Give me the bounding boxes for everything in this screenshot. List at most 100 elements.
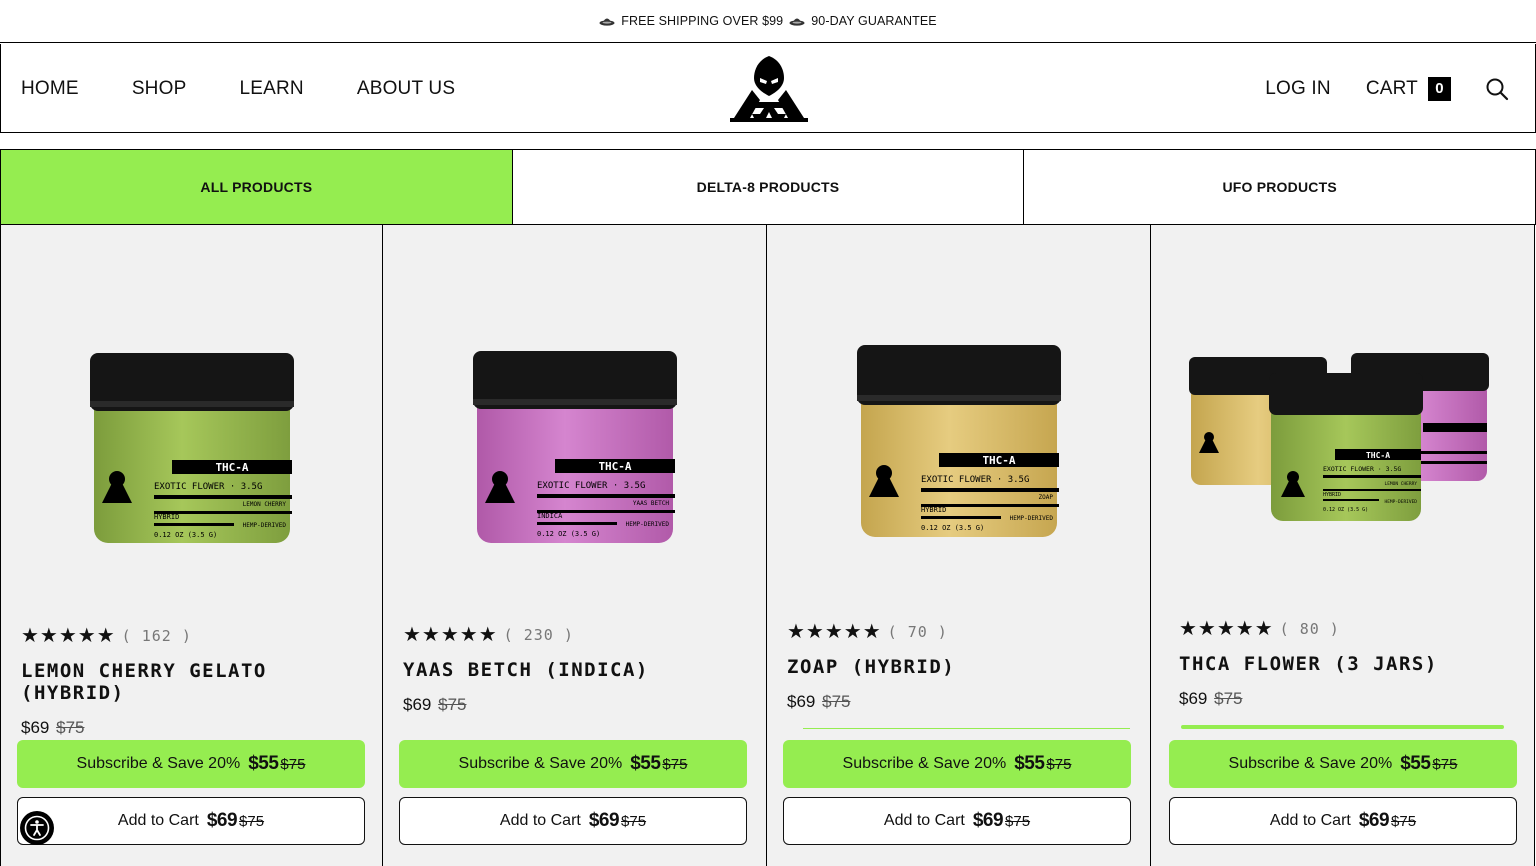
svg-text:THC-A: THC-A	[1365, 451, 1389, 460]
add-old-price: $75	[621, 812, 647, 830]
add-to-cart-label: Add to Cart	[883, 812, 965, 829]
svg-text:0.12 OZ (3.5 G): 0.12 OZ (3.5 G)	[1323, 507, 1368, 513]
tab-ufo-products[interactable]: UFO PRODUCTS	[1024, 149, 1536, 225]
original-price: $75	[56, 718, 85, 737]
jar-image: THC-A EXOTIC FLOWER · 3.5G LEMON CHERRY …	[89, 353, 294, 543]
svg-text:HEMP-DERIVED: HEMP-DERIVED	[1384, 499, 1417, 505]
nav-shop-link[interactable]: SHOP	[132, 78, 187, 100]
subscribe-price: $55	[248, 753, 279, 774]
svg-text:HYBRID: HYBRID	[154, 513, 179, 521]
subscribe-save-button[interactable]: Subscribe & Save 20% $55 $75	[17, 740, 365, 788]
accessibility-icon	[24, 815, 50, 841]
cart-count-badge: 0	[1428, 76, 1451, 101]
add-to-cart-label: Add to Cart	[499, 812, 581, 829]
product-card: THC-A EXOTIC FLOWER · 3.5G LEMON CHERRY …	[1151, 225, 1535, 866]
current-price: $69	[21, 718, 50, 737]
accessibility-button[interactable]	[20, 811, 54, 845]
rating-stars: ★★★★★	[787, 621, 882, 643]
divider	[1181, 725, 1504, 729]
add-to-cart-button[interactable]: Add to Cart $69 $75	[17, 797, 365, 845]
subscribe-price: $55	[1400, 753, 1431, 774]
svg-text:EXOTIC FLOWER · 3.5G: EXOTIC FLOWER · 3.5G	[1323, 465, 1401, 473]
nav-home-link[interactable]: HOME	[21, 78, 79, 100]
review-count[interactable]: ( 162 )	[122, 627, 192, 645]
svg-text:ZOAP: ZOAP	[1038, 494, 1053, 501]
subscribe-old-price: $75	[1432, 755, 1458, 773]
add-to-cart-button[interactable]: Add to Cart $69 $75	[399, 797, 747, 845]
svg-text:THC-A: THC-A	[598, 460, 631, 473]
current-price: $69	[403, 695, 432, 714]
product-price: $69 $75	[787, 692, 1132, 712]
product-card: THC-A EXOTIC FLOWER · 3.5G LEMON CHERRY …	[1, 225, 383, 866]
site-header: HOME SHOP LEARN ABOUT US LOG IN CART 0	[0, 44, 1536, 133]
main-nav: HOME SHOP LEARN ABOUT US	[21, 44, 455, 133]
review-count[interactable]: ( 80 )	[1280, 620, 1340, 638]
product-info: ★★★★★ ( 80 ) THCA FLOWER (3 JARS) $69 $7…	[1179, 616, 1516, 709]
svg-text:HEMP-DERIVED: HEMP-DERIVED	[625, 521, 669, 528]
product-title[interactable]: ZOAP (HYBRID)	[787, 656, 1132, 678]
rating-stars: ★★★★★	[1179, 618, 1274, 640]
product-image[interactable]: THC-A EXOTIC FLOWER · 3.5G ZOAP HYBRID H…	[767, 315, 1150, 575]
add-old-price: $75	[1391, 812, 1417, 830]
add-price: $69	[588, 810, 620, 831]
product-info: ★★★★★ ( 162 ) LEMON CHERRY GELATO (HYBRI…	[21, 623, 364, 738]
svg-text:HEMP-DERIVED: HEMP-DERIVED	[1009, 515, 1053, 522]
subscribe-save-button[interactable]: Subscribe & Save 20% $55 $75	[783, 740, 1131, 788]
product-info: ★★★★★ ( 70 ) ZOAP (HYBRID) $69 $75	[787, 619, 1132, 712]
product-rating: ★★★★★ ( 80 )	[1179, 616, 1516, 641]
brand-logo[interactable]	[730, 56, 808, 122]
svg-text:LEMON CHERRY: LEMON CHERRY	[242, 501, 286, 508]
guarantee-text: 90-DAY GUARANTEE	[811, 14, 937, 28]
rating-stars: ★★★★★	[403, 624, 498, 646]
tab-all-products[interactable]: ALL PRODUCTS	[0, 149, 513, 225]
jar-image: THC-A EXOTIC FLOWER · 3.5G YAAS BETCH IN…	[472, 351, 677, 543]
ufo-icon	[789, 18, 805, 26]
product-title[interactable]: YAAS BETCH (INDICA)	[403, 659, 748, 681]
cart-label: CART	[1365, 77, 1418, 99]
rating-stars: ★★★★★	[21, 625, 116, 647]
product-rating: ★★★★★ ( 70 )	[787, 619, 1132, 644]
review-count[interactable]: ( 70 )	[888, 623, 948, 641]
add-to-cart-label: Add to Cart	[117, 812, 199, 829]
svg-text:HYBRID: HYBRID	[1323, 492, 1341, 498]
ufo-icon	[599, 18, 615, 26]
subscribe-label: Subscribe & Save 20%	[842, 755, 1007, 772]
product-rating: ★★★★★ ( 230 )	[403, 622, 748, 647]
svg-text:0.12 OZ (3.5 G): 0.12 OZ (3.5 G)	[921, 524, 984, 532]
svg-text:HYBRID: HYBRID	[921, 506, 946, 514]
subscribe-old-price: $75	[1046, 755, 1072, 773]
nav-about-link[interactable]: ABOUT US	[357, 78, 455, 100]
original-price: $75	[822, 692, 851, 711]
subscribe-label: Subscribe & Save 20%	[458, 755, 623, 772]
login-link[interactable]: LOG IN	[1265, 78, 1331, 100]
product-image[interactable]: THC-A EXOTIC FLOWER · 3.5G LEMON CHERRY …	[1, 315, 382, 575]
svg-text:0.12 OZ (3.5 G): 0.12 OZ (3.5 G)	[537, 530, 600, 538]
product-title[interactable]: LEMON CHERRY GELATO (HYBRID)	[21, 660, 364, 704]
search-icon[interactable]	[1485, 77, 1509, 101]
product-price: $69 $75	[403, 695, 748, 715]
review-count[interactable]: ( 230 )	[504, 626, 574, 644]
product-card: THC-A EXOTIC FLOWER · 3.5G ZOAP HYBRID H…	[767, 225, 1151, 866]
product-title[interactable]: THCA FLOWER (3 JARS)	[1179, 653, 1516, 675]
product-price: $69 $75	[21, 718, 364, 738]
subscribe-old-price: $75	[662, 755, 688, 773]
subscribe-save-button[interactable]: Subscribe & Save 20% $55 $75	[399, 740, 747, 788]
jar-image: THC-A EXOTIC FLOWER · 3.5G LEMON CHERRY …	[1188, 353, 1489, 521]
subscribe-price: $55	[1014, 753, 1045, 774]
add-old-price: $75	[1005, 812, 1031, 830]
add-to-cart-button[interactable]: Add to Cart $69 $75	[783, 797, 1131, 845]
product-image[interactable]: THC-A EXOTIC FLOWER · 3.5G YAAS BETCH IN…	[383, 315, 766, 575]
subscribe-save-button[interactable]: Subscribe & Save 20% $55 $75	[1169, 740, 1517, 788]
add-price: $69	[206, 810, 238, 831]
svg-text:YAAS BETCH: YAAS BETCH	[632, 500, 669, 507]
cart-link[interactable]: CART 0	[1365, 76, 1451, 101]
svg-text:HEMP-DERIVED: HEMP-DERIVED	[242, 522, 286, 529]
account-nav: LOG IN CART 0	[1265, 44, 1509, 133]
subscribe-label: Subscribe & Save 20%	[1228, 755, 1393, 772]
tab-delta8-products[interactable]: DELTA-8 PRODUCTS	[512, 149, 1025, 225]
nav-learn-link[interactable]: LEARN	[239, 78, 303, 100]
divider	[803, 728, 1130, 729]
add-to-cart-button[interactable]: Add to Cart $69 $75	[1169, 797, 1517, 845]
subscribe-price: $55	[630, 753, 661, 774]
product-image[interactable]: THC-A EXOTIC FLOWER · 3.5G LEMON CHERRY …	[1151, 315, 1534, 575]
